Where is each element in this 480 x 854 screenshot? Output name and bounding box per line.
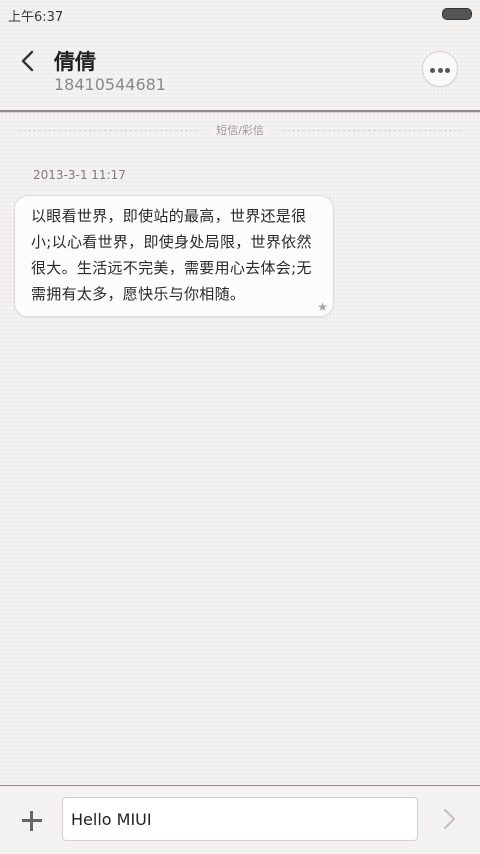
contact-number: 18410544681 (54, 75, 166, 94)
back-button[interactable] (12, 44, 46, 78)
thread-type-separator: 短信/彩信 (18, 122, 462, 138)
send-button[interactable] (434, 804, 464, 834)
message-input[interactable] (62, 797, 418, 841)
header-divider (0, 110, 480, 113)
conversation-header: 倩倩 18410544681 (0, 28, 480, 110)
more-horizontal-icon (430, 68, 435, 73)
composer-bar (0, 785, 480, 854)
message-bubble[interactable]: 以眼看世界，即使站的最高，世界还是很小;以心看世界，即使身处局限，世界依然很大。… (14, 195, 334, 317)
more-horizontal-icon-dot (437, 68, 443, 73)
status-time: 上午6:37 (8, 10, 64, 25)
send-chevron-icon (443, 808, 456, 830)
chevron-left-icon (21, 50, 34, 72)
status-bar: 上午6:37 (0, 0, 480, 28)
contact-name: 倩倩 (54, 50, 96, 74)
message-text: 以眼看世界，即使站的最高，世界还是很小;以心看世界，即使身处局限，世界依然很大。… (31, 207, 312, 303)
battery-icon (442, 8, 472, 20)
more-horizontal-icon-dot (445, 68, 450, 73)
message-timestamp: 2013-3-1 11:17 (33, 168, 126, 182)
plus-icon-vertical (30, 811, 33, 831)
star-icon: ★ (317, 300, 328, 314)
thread-type-label: 短信/彩信 (212, 124, 268, 137)
thread-type-label-wrap: 短信/彩信 (18, 122, 462, 138)
more-options-button[interactable] (422, 51, 458, 87)
attach-button[interactable] (17, 806, 47, 836)
